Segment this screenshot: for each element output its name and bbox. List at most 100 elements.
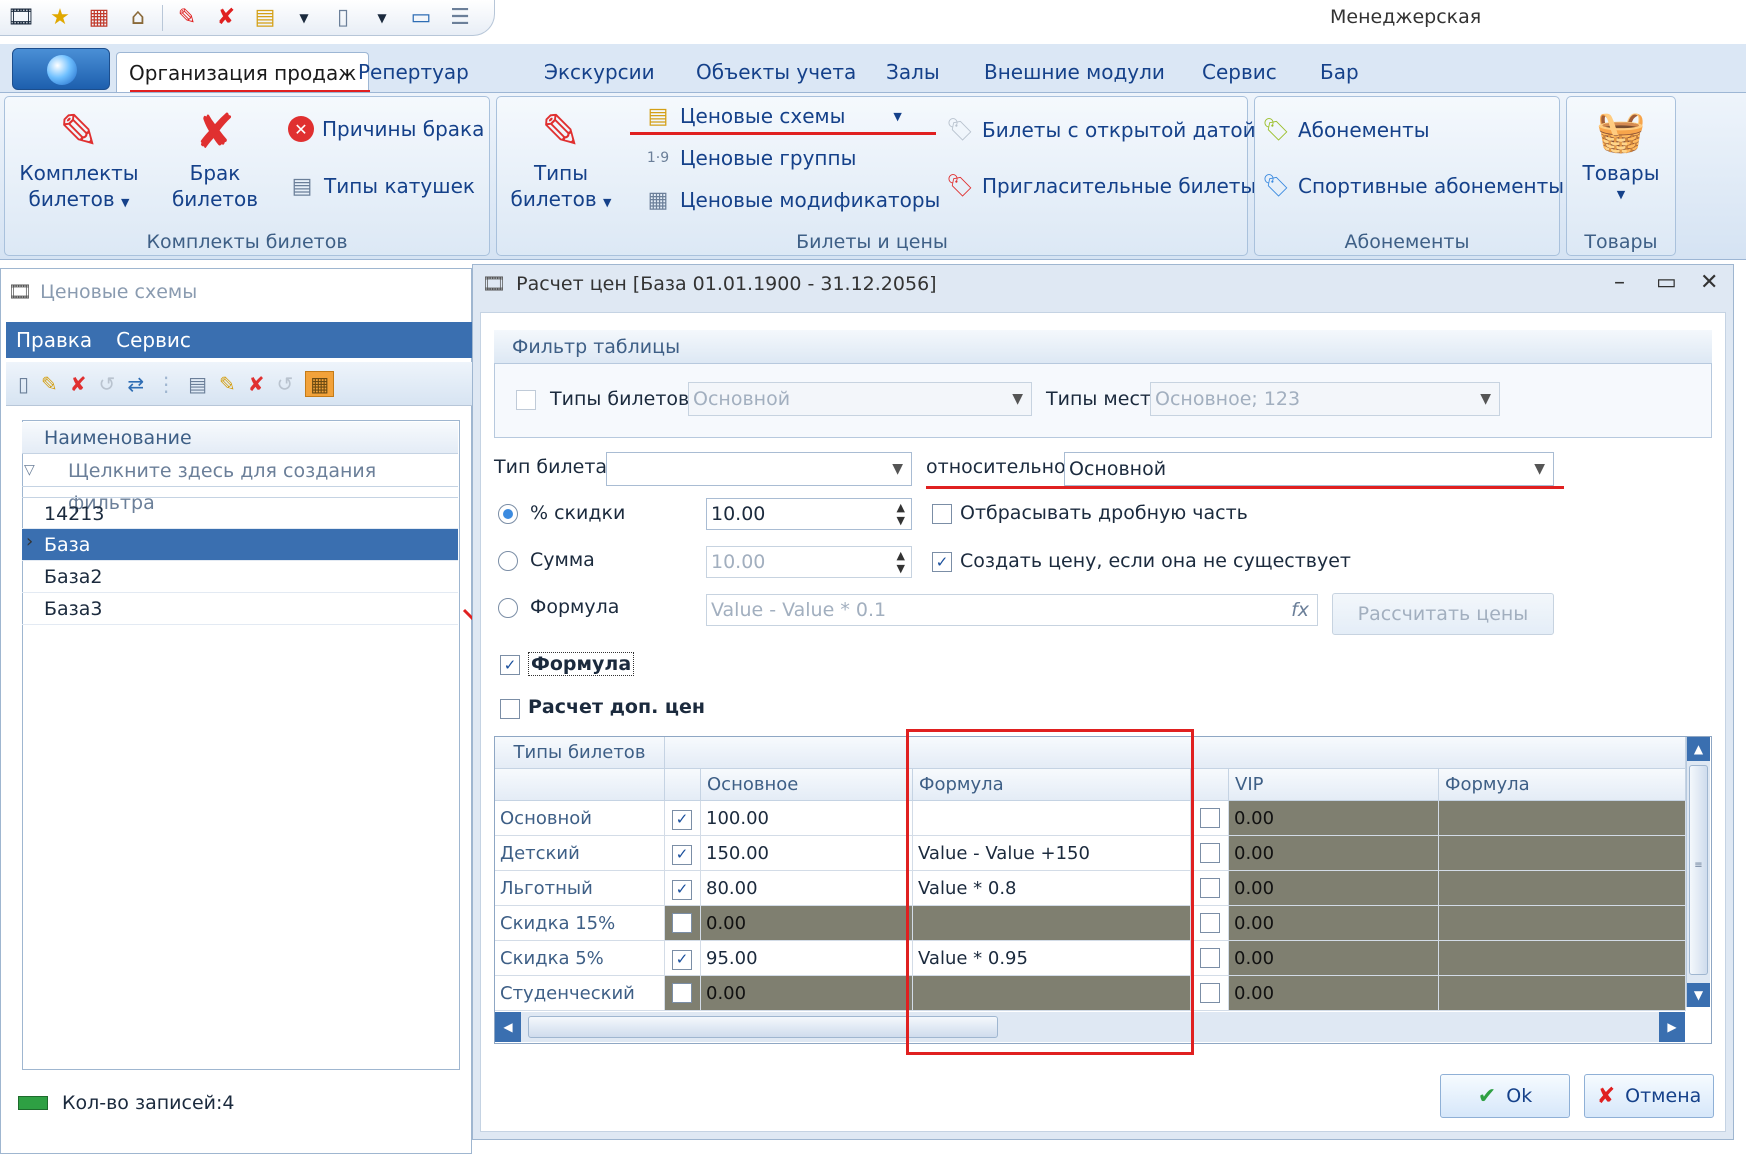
formula-checkbox[interactable]: ✓ [500, 655, 520, 675]
list-item[interactable]: База3 [22, 593, 458, 625]
grid-cell-formula[interactable] [1439, 906, 1686, 941]
tab-excursions[interactable]: Экскурсии [532, 52, 667, 92]
tab-external-modules[interactable]: Внешние модули [972, 52, 1177, 92]
monitor-icon[interactable]: ▭ [406, 3, 436, 33]
column-header-vip[interactable]: VIP [1229, 769, 1439, 801]
grid-cell-checkbox[interactable] [1191, 801, 1229, 836]
edit-icon[interactable]: ✎ [219, 372, 236, 396]
checkbox[interactable]: ✓ [672, 809, 692, 830]
scroll-down-icon[interactable]: ▼ [1687, 983, 1710, 1007]
grid-cell-checkbox[interactable] [1191, 836, 1229, 871]
grid-cell-value[interactable]: 0.00 [1229, 976, 1439, 1011]
grid-cell-value[interactable]: 0.00 [701, 976, 913, 1011]
grid-cell-checkbox[interactable]: ✓ [665, 801, 701, 836]
grid-cell-checkbox[interactable] [1191, 871, 1229, 906]
checkbox[interactable] [672, 913, 692, 933]
formula-input[interactable]: Value - Value * 0.1 fx [706, 594, 1318, 626]
ticket-type-combo[interactable]: ▼ [606, 452, 912, 486]
seat-types-combo[interactable]: Основное; 123 ▼ [1150, 382, 1500, 416]
refresh-icon[interactable]: ⇄ [127, 372, 144, 396]
subscriptions-button[interactable]: 🏷 Абонементы [1262, 116, 1430, 144]
grid-cell-value[interactable]: 0.00 [1229, 941, 1439, 976]
grid-cell-value[interactable]: 0.00 [701, 906, 913, 941]
ticket-kits-button[interactable]: ✎ Комплекты билетов ▼ [14, 104, 144, 216]
checkbox[interactable] [1200, 878, 1220, 898]
scroll-thumb[interactable]: ≡ [1689, 765, 1708, 975]
grid-cell-checkbox[interactable] [1191, 976, 1229, 1011]
undo-icon[interactable]: ↺ [277, 372, 294, 396]
checkbox[interactable] [1200, 983, 1220, 1003]
grid-cell-value[interactable]: 0.00 [1229, 801, 1439, 836]
new-icon[interactable]: ▯ [18, 372, 29, 396]
tab-sales[interactable]: Организация продаж [116, 52, 370, 92]
ticket-cancel-icon[interactable]: ✘ [211, 3, 241, 33]
defect-reasons-button[interactable]: ✕ Причины брака [288, 116, 484, 142]
price-schemes-button[interactable]: ▤ Ценовые схемы ▼ [644, 102, 902, 130]
dropdown-icon[interactable]: ▼ [367, 3, 397, 33]
tab-repertoire[interactable]: Репертуар [346, 52, 481, 92]
grid-cell-formula[interactable] [1439, 941, 1686, 976]
ticket-types-combo[interactable]: Основной ▼ [688, 382, 1032, 416]
grid-cell-checkbox[interactable]: ✓ [665, 941, 701, 976]
calculator-icon[interactable]: ▦ [305, 370, 335, 397]
close-icon[interactable]: ✕ [1700, 270, 1718, 295]
list-icon[interactable]: ☰ [445, 3, 475, 33]
tab-accounting-objects[interactable]: Объекты учета [684, 52, 868, 92]
ticket-types-button[interactable]: ✎ Типы билетов ▼ [506, 104, 616, 216]
calendar-icon[interactable]: ▦ [84, 3, 114, 33]
undo-icon[interactable]: ↺ [99, 372, 116, 396]
discount-input[interactable]: 10.00 ▲ ▼ [706, 498, 912, 530]
vertical-scrollbar[interactable]: ▲ ≡ ▼ [1686, 737, 1710, 1007]
grid-cell-checkbox[interactable] [665, 976, 701, 1011]
grid-cell-value[interactable]: 150.00 [701, 836, 913, 871]
column-header-vip-formula[interactable]: Формула [1439, 769, 1686, 801]
minimize-icon[interactable]: – [1614, 270, 1625, 295]
report-icon[interactable]: ▤ [250, 3, 280, 33]
create-price-checkbox[interactable]: ✓ [932, 552, 952, 572]
grid-cell-value[interactable]: 95.00 [701, 941, 913, 976]
checkbox[interactable] [1200, 913, 1220, 933]
ticket-types-checkbox[interactable] [516, 390, 536, 410]
open-date-tickets-button[interactable]: 🏷 Билеты с открытой датой [946, 116, 1256, 144]
app-logo-icon[interactable]: 🎞 [6, 3, 36, 33]
reel-types-button[interactable]: ▤ Типы катушек [288, 172, 475, 200]
tab-halls[interactable]: Залы [874, 52, 952, 92]
grid-cell-checkbox[interactable] [1191, 906, 1229, 941]
grid-cell-value[interactable]: 100.00 [701, 801, 913, 836]
invitation-tickets-button[interactable]: 🏷 Пригласительные билеты [946, 172, 1256, 200]
filter-row[interactable]: Щелкните здесь для создания фильтра [22, 455, 458, 514]
scroll-right-icon[interactable]: ▶ [1659, 1012, 1685, 1042]
list-item-selected[interactable]: База [22, 529, 458, 561]
application-menu-button[interactable] [12, 48, 110, 90]
document-icon[interactable]: ▯ [328, 3, 358, 33]
delete-icon[interactable]: ✘ [70, 372, 87, 396]
sum-input[interactable]: 10.00 ▲ ▼ [706, 546, 912, 578]
checkbox[interactable] [1200, 948, 1220, 968]
price-groups-button[interactable]: 1·9 Ценовые группы [644, 144, 857, 172]
ticket-icon[interactable]: ✎ [172, 3, 202, 33]
checkbox[interactable] [1200, 843, 1220, 863]
column-header-main[interactable]: Основное [701, 769, 913, 801]
dropdown-icon[interactable]: ▼ [289, 3, 319, 33]
grid-cell-checkbox[interactable]: ✓ [665, 871, 701, 906]
sport-subscriptions-button[interactable]: 🏷 Спортивные абонементы [1262, 172, 1564, 200]
grid-cell-checkbox[interactable] [665, 906, 701, 941]
price-modifiers-button[interactable]: ▦ Ценовые модификаторы [644, 186, 941, 214]
checkbox[interactable] [1200, 808, 1220, 828]
copy-icon[interactable]: ▤ [188, 372, 207, 396]
store-icon[interactable]: ⌂ [123, 3, 153, 33]
tab-bar[interactable]: Бар [1308, 52, 1371, 92]
cancel-button[interactable]: ✘ Отмена [1584, 1074, 1714, 1118]
grid-cell-formula[interactable] [1439, 801, 1686, 836]
grid-cell-formula[interactable] [1439, 976, 1686, 1011]
relative-combo[interactable]: Основной ▼ [1064, 452, 1554, 486]
grid-cell-value[interactable]: 0.00 [1229, 836, 1439, 871]
goods-button[interactable]: 🧺 Товары ▼ [1568, 104, 1674, 204]
sum-radio[interactable] [498, 551, 518, 571]
grid-cell-checkbox[interactable] [1191, 941, 1229, 976]
maximize-icon[interactable]: ▭ [1656, 270, 1677, 295]
list-item[interactable]: 14213 [22, 497, 458, 529]
checkbox[interactable]: ✓ [672, 879, 692, 900]
scroll-left-icon[interactable]: ◀ [495, 1012, 521, 1042]
tab-service[interactable]: Сервис [1190, 52, 1289, 92]
